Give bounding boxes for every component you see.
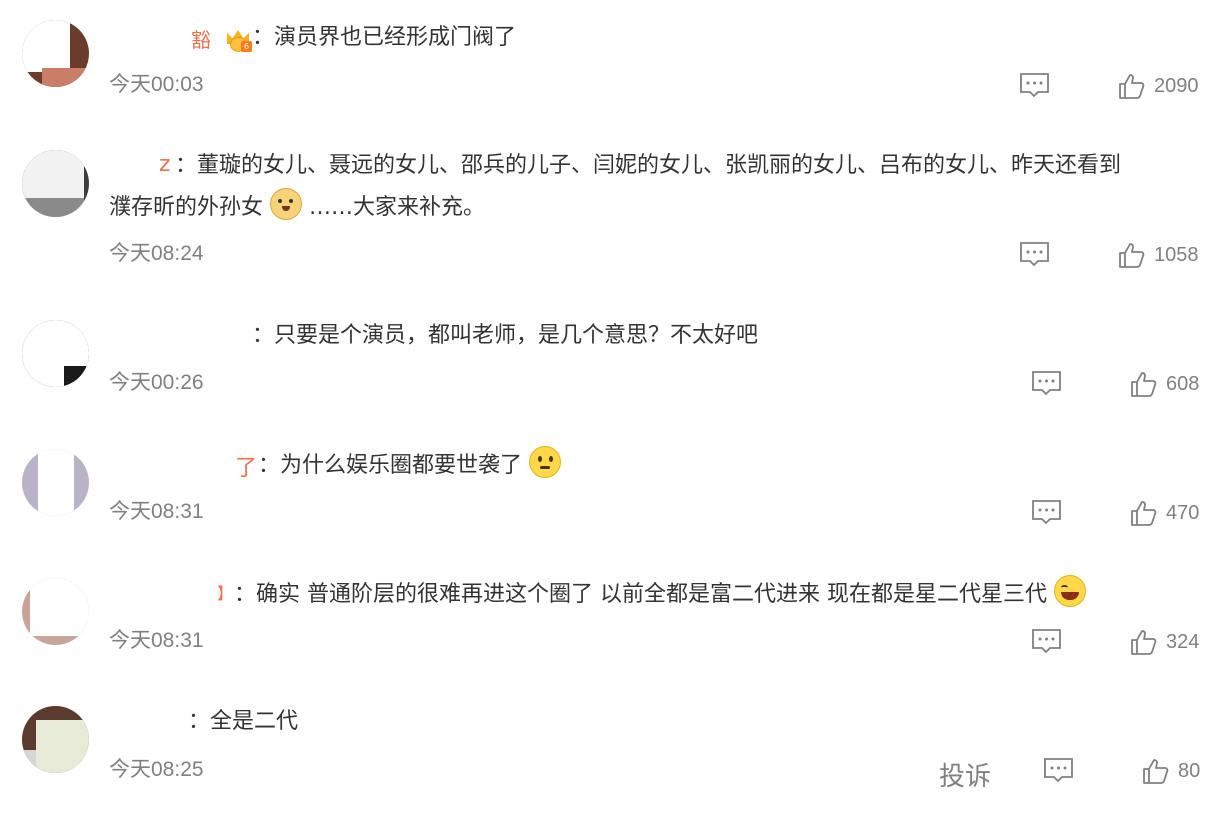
username-visible-part: 豁: [191, 28, 211, 52]
reply-button[interactable]: [1031, 370, 1062, 397]
avatar[interactable]: [22, 150, 89, 217]
comment-text-line2: 濮存昕的外孙女 ……大家来补充。: [109, 188, 1212, 226]
username-visible-part: z: [159, 152, 171, 177]
comment-text: ：只要是个演员，都叫老师，是几个意思？不太好吧: [252, 323, 759, 348]
comment-time: 今天08:24: [109, 242, 204, 265]
reply-button[interactable]: [1031, 499, 1062, 526]
like-button[interactable]: 324: [1130, 628, 1199, 656]
avatar[interactable]: [22, 578, 89, 645]
username[interactable]: 豁: [109, 24, 211, 54]
comment-bubble-icon: [1032, 629, 1061, 654]
comment-bubble-icon: [1044, 758, 1073, 783]
like-button[interactable]: 2090: [1118, 72, 1199, 100]
like-button[interactable]: 1058: [1118, 241, 1199, 269]
comment-text: ：为什么娱乐圈都要世袭了: [258, 446, 1212, 484]
thumbs-up-icon: [1131, 372, 1157, 397]
like-button[interactable]: 470: [1130, 499, 1199, 527]
badge-level: 6: [241, 41, 252, 52]
comment-time: 今天00:26: [109, 371, 204, 394]
like-count: 2090: [1154, 74, 1199, 97]
comment-time: 今天08:31: [109, 500, 204, 523]
comment-text: ：演员界也已经形成门阀了: [252, 25, 517, 50]
username-visible-part: 了: [235, 456, 258, 481]
comment-time: 今天08:25: [109, 758, 204, 781]
like-count: 470: [1166, 501, 1200, 524]
comment-bubble-icon: [1020, 73, 1049, 98]
comment-text: ：确实 普通阶层的很难再进这个圈了 以前全都是富二代进来 现在都是星二代星三代: [234, 575, 1212, 613]
thinking-emoji: [529, 446, 562, 478]
username-visible-part: 】: [217, 584, 234, 603]
reply-button[interactable]: [1019, 241, 1050, 268]
like-button[interactable]: 80: [1142, 757, 1200, 785]
username[interactable]: z: [109, 152, 171, 178]
like-count: 608: [1166, 372, 1200, 395]
thumbs-up-icon: [1119, 243, 1145, 268]
like-count: 80: [1178, 759, 1201, 782]
reply-button[interactable]: [1031, 628, 1062, 655]
doge-emoji: [270, 188, 303, 220]
comment-bubble-icon: [1032, 500, 1061, 525]
report-button[interactable]: 投诉: [939, 756, 991, 793]
thumbs-up-icon: [1131, 501, 1157, 526]
comment-bubble-icon: [1032, 371, 1061, 396]
comment-text: ：全是二代: [188, 709, 299, 734]
thumbs-up-icon: [1131, 630, 1157, 655]
like-button[interactable]: 608: [1130, 370, 1199, 398]
reply-button[interactable]: [1019, 72, 1050, 99]
like-count: 324: [1166, 630, 1200, 653]
comment-bubble-icon: [1020, 242, 1049, 267]
comment-time: 今天08:31: [109, 629, 204, 652]
avatar[interactable]: [22, 20, 89, 87]
avatar[interactable]: [22, 449, 89, 516]
thumbs-up-icon: [1119, 74, 1145, 99]
comment-time: 今天00:03: [109, 73, 204, 96]
thumbs-up-icon: [1143, 759, 1169, 784]
comment-text-line1: ：董璇的女儿、聂远的女儿、邵兵的儿子、闫妮的女儿、张凯丽的女儿、吕布的女儿、昨天…: [175, 153, 1122, 178]
avatar[interactable]: [22, 320, 89, 387]
username[interactable]: 】: [109, 580, 233, 606]
laughing-tears-emoji: [1053, 575, 1086, 607]
avatar[interactable]: [22, 706, 89, 773]
like-count: 1058: [1154, 243, 1199, 266]
username[interactable]: 了: [109, 450, 257, 482]
reply-button[interactable]: [1043, 757, 1074, 784]
crown-level-badge[interactable]: 6: [226, 28, 252, 52]
